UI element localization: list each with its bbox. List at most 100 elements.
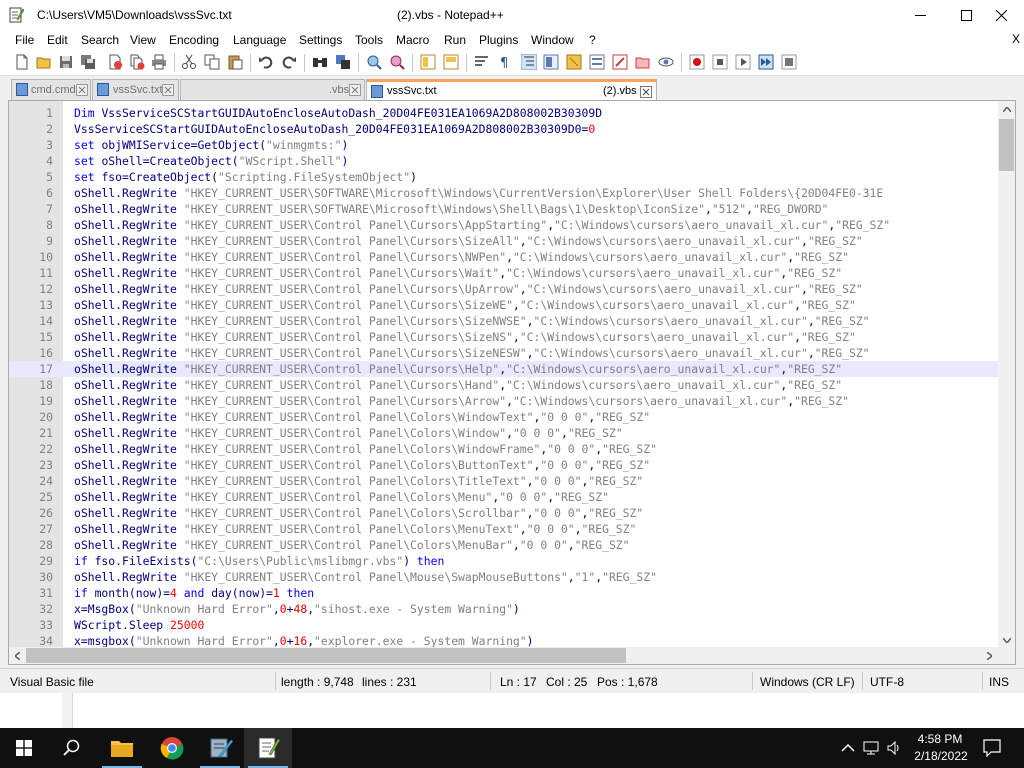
code-line[interactable]: 2 VssServiceSCStartGUIDAutoEncloseAutoDas… — [9, 121, 1015, 137]
code-text[interactable]: oShell.RegWrite "HKEY_CURRENT_USER\Contr… — [74, 521, 636, 537]
monitoring-folder-icon[interactable] — [635, 54, 651, 70]
code-text[interactable]: oShell.RegWrite "HKEY_CURRENT_USER\Contr… — [74, 425, 623, 441]
run-macro-multiple-icon[interactable] — [758, 54, 774, 70]
code-text[interactable]: set oShell=CreateObject("WScript.Shell") — [74, 153, 348, 169]
volume-icon[interactable] — [886, 740, 902, 756]
code-line[interactable]: 28 oShell.RegWrite "HKEY_CURRENT_USER\Con… — [9, 537, 1015, 553]
code-line[interactable]: 3 set objWMIService=GetObject("winmgmts:"… — [9, 137, 1015, 153]
code-line[interactable]: 33 WScript.Sleep 25000 — [9, 617, 1015, 633]
tab-close-icon[interactable] — [640, 86, 652, 98]
minimize-button[interactable] — [897, 0, 943, 31]
code-line[interactable]: 15 oShell.RegWrite "HKEY_CURRENT_USER\Con… — [9, 329, 1015, 345]
menu-plugins[interactable]: Plugins — [479, 33, 518, 47]
show-hidden-icons-chevron-icon[interactable] — [840, 740, 856, 756]
code-text[interactable]: oShell.RegWrite "HKEY_CURRENT_USER\Contr… — [74, 473, 643, 489]
menu-encoding[interactable]: Encoding — [169, 33, 219, 47]
code-text[interactable]: oShell.RegWrite "HKEY_CURRENT_USER\Contr… — [74, 329, 856, 345]
code-text[interactable]: oShell.RegWrite "HKEY_CURRENT_USER\Contr… — [74, 249, 849, 265]
menu-settings[interactable]: Settings — [299, 33, 342, 47]
code-line[interactable]: 4 set oShell=CreateObject("WScript.Shell"… — [9, 153, 1015, 169]
sync-vertical-icon[interactable] — [420, 54, 436, 70]
menu-window[interactable]: Window — [531, 33, 574, 47]
code-text[interactable]: oShell.RegWrite "HKEY_CURRENT_USER\Contr… — [74, 441, 657, 457]
code-line[interactable]: 10 oShell.RegWrite "HKEY_CURRENT_USER\Con… — [9, 249, 1015, 265]
redo-icon[interactable] — [281, 54, 297, 70]
code-text[interactable]: oShell.RegWrite "HKEY_CURRENT_USER\Contr… — [74, 217, 890, 233]
folder-as-workspace-icon[interactable] — [612, 54, 628, 70]
undo-icon[interactable] — [258, 54, 274, 70]
search-button[interactable] — [48, 728, 96, 768]
code-line[interactable]: 13 oShell.RegWrite "HKEY_CURRENT_USER\Con… — [9, 297, 1015, 313]
file-explorer-button[interactable] — [98, 728, 146, 768]
code-line[interactable]: 29 if fso.FileExists("C:\Users\Public\msl… — [9, 553, 1015, 569]
code-text[interactable]: oShell.RegWrite "HKEY_CURRENT_USER\Contr… — [74, 505, 643, 521]
tab-close-icon[interactable] — [76, 84, 88, 96]
code-text[interactable]: oShell.RegWrite "HKEY_CURRENT_USER\Contr… — [74, 233, 863, 249]
close-window-button[interactable] — [978, 0, 1024, 31]
paste-icon[interactable] — [227, 54, 243, 70]
zoom-out-icon[interactable] — [389, 54, 405, 70]
menu-run[interactable]: Run — [444, 33, 466, 47]
open-file-icon[interactable] — [36, 54, 52, 70]
menu-edit[interactable]: Edit — [47, 33, 68, 47]
notification-center-icon[interactable] — [983, 739, 1001, 757]
code-text[interactable]: oShell.RegWrite "HKEY_CURRENT_USER\Contr… — [74, 361, 842, 377]
clock-date[interactable]: 2/18/2022 — [912, 749, 970, 763]
vertical-scrollbar[interactable] — [998, 101, 1015, 649]
tab-close-icon[interactable] — [349, 84, 361, 96]
code-line[interactable]: 8 oShell.RegWrite "HKEY_CURRENT_USER\Cont… — [9, 217, 1015, 233]
tab-vbs[interactable]: .vbs — [180, 79, 365, 100]
code-line[interactable]: 31 if month(now)=4 and day(now)=1 then — [9, 585, 1015, 601]
find-icon[interactable] — [312, 54, 328, 70]
code-text[interactable]: oShell.RegWrite "HKEY_CURRENT_USER\Contr… — [74, 393, 849, 409]
title-bar[interactable]: C:\Users\VM5\Downloads\vssSvc.txt (2).vb… — [0, 0, 1024, 31]
code-text[interactable]: oShell.RegWrite "HKEY_CURRENT_USER\SOFTW… — [74, 185, 883, 201]
code-line[interactable]: 5 set fso=CreateObject("Scripting.FileSys… — [9, 169, 1015, 185]
save-icon[interactable] — [58, 54, 74, 70]
function-list-icon[interactable] — [589, 54, 605, 70]
network-icon[interactable] — [863, 740, 879, 756]
code-line[interactable]: 26 oShell.RegWrite "HKEY_CURRENT_USER\Con… — [9, 505, 1015, 521]
copy-icon[interactable] — [204, 54, 220, 70]
menu-search[interactable]: Search — [81, 33, 119, 47]
notepadpp-taskbar-button[interactable] — [244, 728, 292, 768]
indent-guide-icon[interactable] — [521, 54, 537, 70]
close-all-icon[interactable] — [129, 54, 145, 70]
show-all-characters-icon[interactable]: ¶ — [497, 54, 513, 70]
tab-cmd-cmd[interactable]: cmd.cmd — [11, 79, 91, 100]
print-icon[interactable] — [151, 54, 167, 70]
code-editor[interactable]: 1 Dim VssServiceSCStartGUIDAutoEncloseAut… — [8, 100, 1016, 665]
status-encoding[interactable]: UTF-8 — [870, 675, 904, 689]
menu-language[interactable]: Language — [233, 33, 286, 47]
code-line[interactable]: 1 Dim VssServiceSCStartGUIDAutoEncloseAut… — [9, 105, 1015, 121]
save-macro-icon[interactable] — [781, 54, 797, 70]
menu-file[interactable]: File — [15, 33, 34, 47]
zoom-in-icon[interactable] — [366, 54, 382, 70]
sync-horizontal-icon[interactable] — [443, 54, 459, 70]
tab-active-vsssvc-txt-2-vbs[interactable]: vssSvc.txt (2).vbs — [366, 79, 657, 100]
code-text[interactable]: oShell.RegWrite "HKEY_CURRENT_USER\SOFTW… — [74, 201, 828, 217]
horizontal-scrollbar[interactable] — [9, 647, 1015, 664]
code-line[interactable]: 23 oShell.RegWrite "HKEY_CURRENT_USER\Con… — [9, 457, 1015, 473]
code-line[interactable]: 9 oShell.RegWrite "HKEY_CURRENT_USER\Cont… — [9, 233, 1015, 249]
cut-icon[interactable] — [181, 54, 197, 70]
clock-time[interactable]: 4:58 PM — [917, 732, 963, 746]
code-text[interactable]: oShell.RegWrite "HKEY_CURRENT_USER\Contr… — [74, 313, 870, 329]
tab-vsssvc-txt[interactable]: vssSvc.txt — [92, 79, 179, 100]
code-text[interactable]: oShell.RegWrite "HKEY_CURRENT_USER\Contr… — [74, 297, 856, 313]
code-text[interactable]: oShell.RegWrite "HKEY_CURRENT_USER\Contr… — [74, 489, 609, 505]
code-text[interactable]: if month(now)=4 and day(now)=1 then — [74, 585, 314, 601]
code-text[interactable]: oShell.RegWrite "HKEY_CURRENT_USER\Contr… — [74, 537, 630, 553]
user-defined-language-icon[interactable] — [543, 54, 559, 70]
menu-view[interactable]: View — [130, 33, 156, 47]
new-file-icon[interactable] — [14, 54, 30, 70]
code-line[interactable]: 19 oShell.RegWrite "HKEY_CURRENT_USER\Con… — [9, 393, 1015, 409]
scroll-up-arrow[interactable] — [998, 101, 1015, 118]
code-line[interactable]: 6 oShell.RegWrite "HKEY_CURRENT_USER\SOFT… — [9, 185, 1015, 201]
word-wrap-icon[interactable] — [474, 54, 490, 70]
vertical-scroll-thumb[interactable] — [999, 119, 1014, 171]
replace-icon[interactable] — [335, 54, 351, 70]
status-insert-mode[interactable]: INS — [989, 675, 1009, 689]
menu-help[interactable]: ? — [589, 33, 596, 47]
code-text[interactable]: oShell.RegWrite "HKEY_CURRENT_USER\Contr… — [74, 569, 657, 585]
